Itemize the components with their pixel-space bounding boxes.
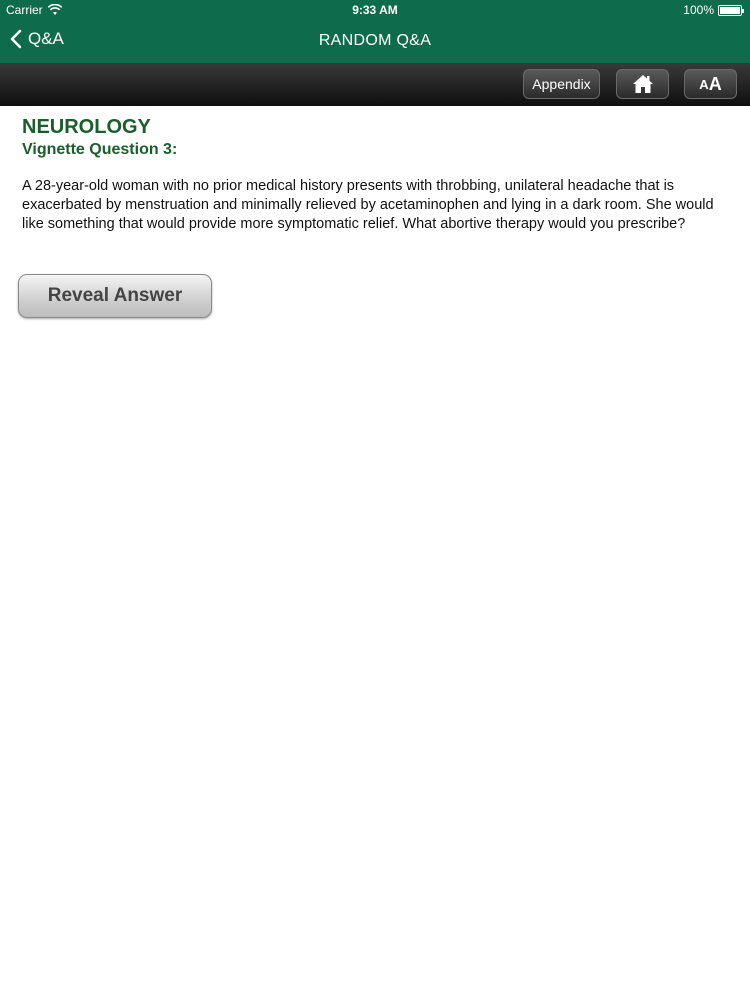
font-size-small-label: A <box>699 76 709 92</box>
status-time: 9:33 AM <box>352 3 398 17</box>
home-icon <box>632 75 653 93</box>
battery-icon <box>718 4 744 16</box>
nav-bar: Q&A RANDOM Q&A <box>0 20 750 63</box>
appendix-button[interactable]: Appendix <box>523 69 600 99</box>
reveal-answer-button[interactable]: Reveal Answer <box>18 274 212 318</box>
status-battery: 100% <box>683 3 744 17</box>
status-bar: Carrier 9:33 AM 100% <box>0 0 750 20</box>
question-text: A 28-year-old woman with no prior medica… <box>22 178 714 232</box>
font-size-big-label: A <box>708 73 722 94</box>
question-heading: Vignette Question 3: <box>22 141 178 158</box>
battery-percent: 100% <box>683 3 714 17</box>
page-title: RANDOM Q&A <box>318 32 432 49</box>
toolbar: Appendix AA <box>0 63 750 106</box>
question-header: NEUROLOGY Vignette Question 3: <box>22 115 732 161</box>
font-size-button[interactable]: AA <box>684 69 737 99</box>
home-button[interactable] <box>616 69 669 99</box>
category-title: NEUROLOGY <box>22 116 151 138</box>
